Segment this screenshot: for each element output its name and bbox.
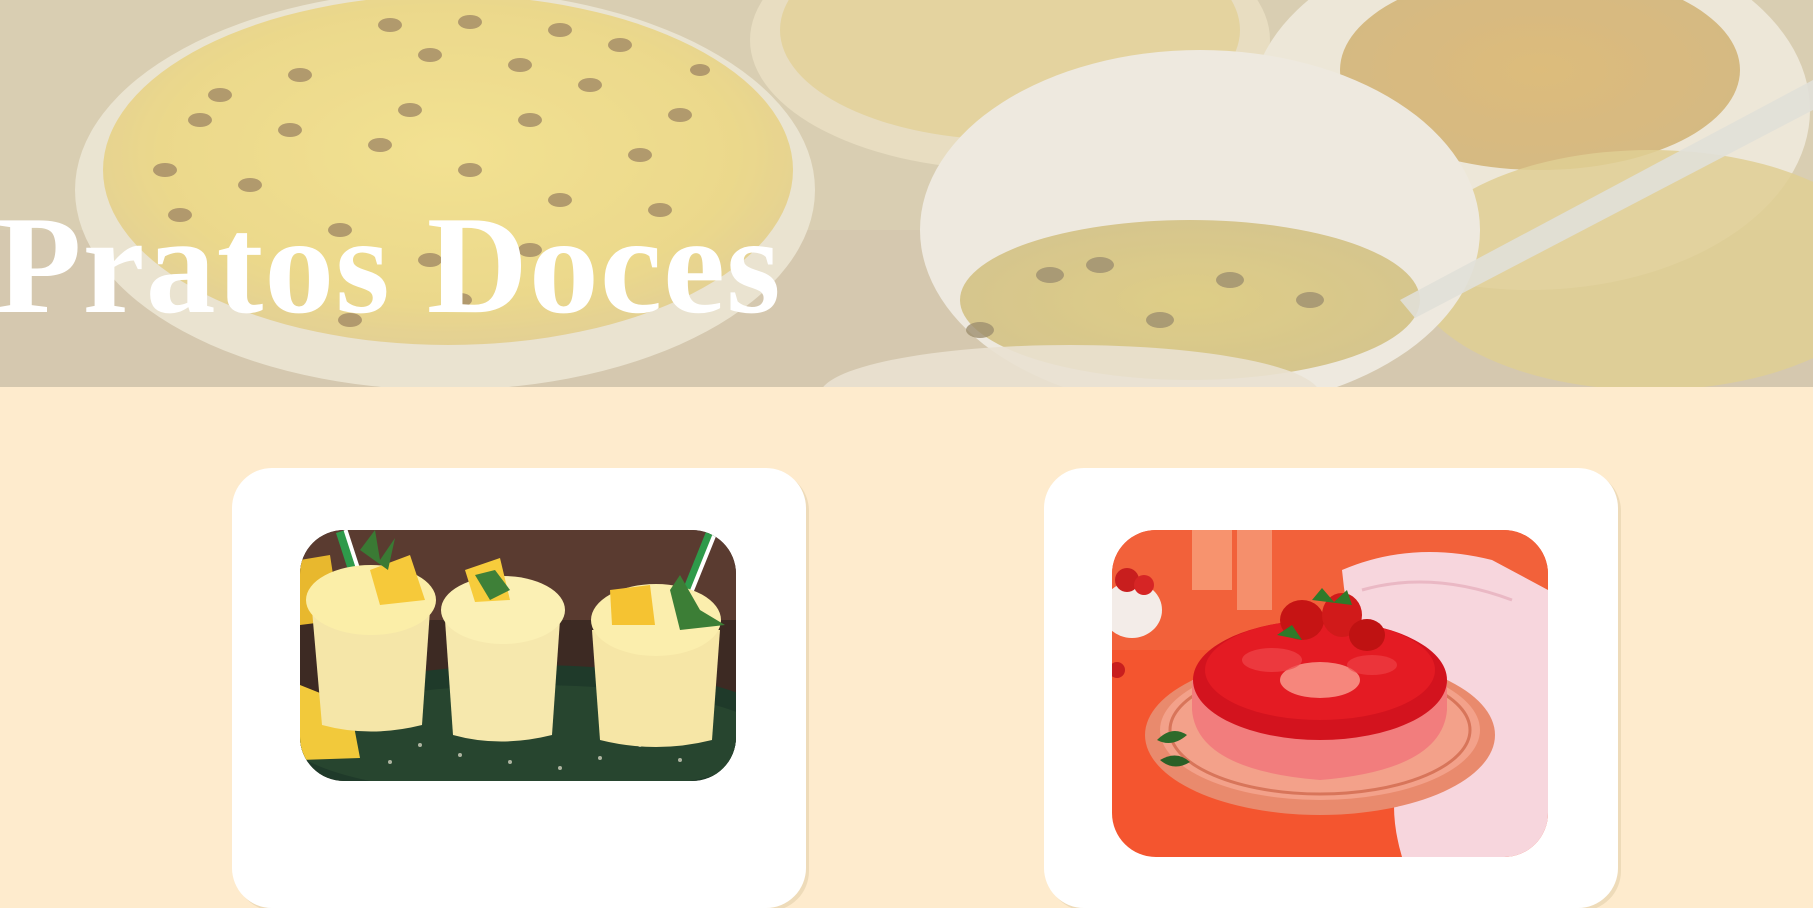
hero-banner: Pratos Doces xyxy=(0,0,1813,387)
pineapple-mousse-photo xyxy=(300,530,736,781)
dessert-cards-section xyxy=(0,387,1813,908)
dessert-card[interactable] xyxy=(1044,468,1618,908)
page-title: Pratos Doces xyxy=(0,188,782,343)
dessert-card[interactable] xyxy=(232,468,806,908)
strawberry-gelatin-photo xyxy=(1112,530,1548,857)
